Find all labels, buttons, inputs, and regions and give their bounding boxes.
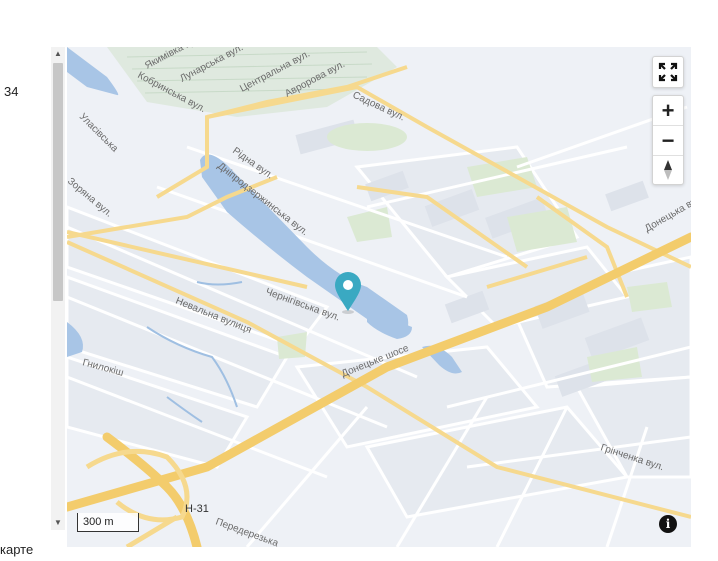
vertical-scrollbar[interactable]: ▲ ▼ xyxy=(51,47,65,530)
side-number: 34 xyxy=(4,84,19,99)
scroll-thumb[interactable] xyxy=(53,63,63,301)
scroll-up-icon[interactable]: ▲ xyxy=(51,47,65,61)
scale-label: 300 m xyxy=(83,516,114,528)
highway-label: Н-31 xyxy=(185,503,209,515)
street-label-sadova: Садова вул. xyxy=(351,90,407,124)
zoom-controls: + − xyxy=(652,95,684,185)
fullscreen-button[interactable] xyxy=(652,56,684,88)
compass-button[interactable] xyxy=(653,156,683,185)
street-label-donetska-right: Донецька вул. xyxy=(643,192,691,234)
scroll-down-icon[interactable]: ▼ xyxy=(51,516,65,530)
info-icon[interactable]: i xyxy=(659,515,677,533)
zoom-in-button[interactable]: + xyxy=(653,96,683,126)
street-label-ulmivska: Уласівська xyxy=(77,111,120,154)
map-view[interactable]: Кобринська вул. Якимівка вул. Лунарська … xyxy=(67,47,691,547)
north-arrow-icon xyxy=(664,160,672,180)
zoom-out-button[interactable]: − xyxy=(653,126,683,156)
expand-arrows-icon xyxy=(658,62,678,82)
side-caption: карте xyxy=(0,542,34,557)
map-canvas: Кобринська вул. Якимівка вул. Лунарська … xyxy=(67,47,691,547)
map-scale: 300 m xyxy=(77,513,139,533)
